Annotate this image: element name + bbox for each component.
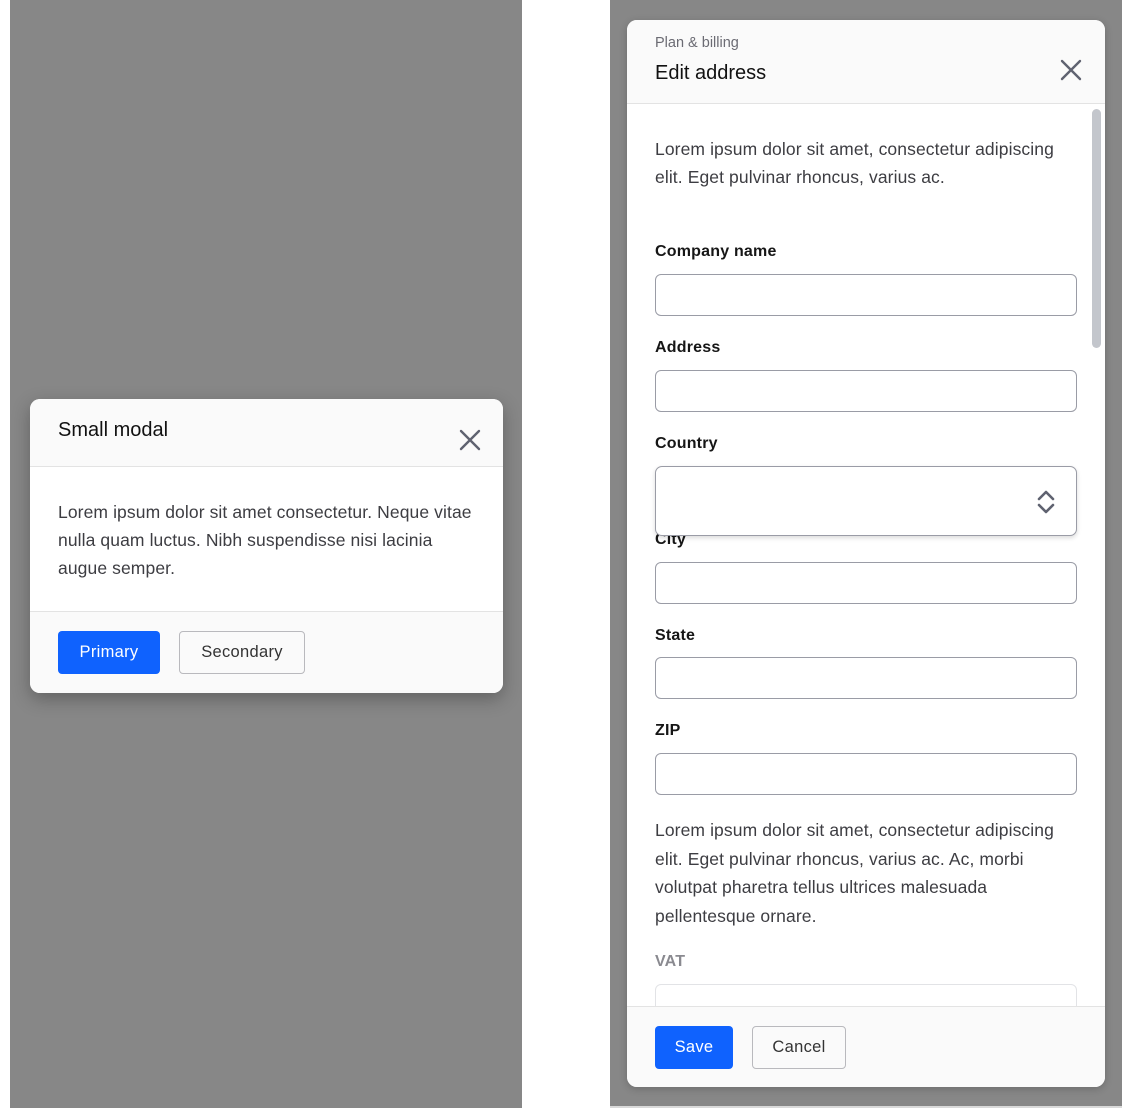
zip-label: ZIP — [655, 722, 681, 739]
edit-address-close-button[interactable] — [1059, 58, 1083, 82]
small-modal: Small modal Lorem ipsum dolor sit amet c… — [30, 399, 503, 693]
save-button[interactable]: Save — [655, 1026, 733, 1069]
edit-address-body: Lorem ipsum dolor sit amet, consectetur … — [627, 104, 1105, 1007]
company-name-label: Company name — [655, 243, 777, 260]
vat-input[interactable] — [655, 984, 1077, 1007]
country-label: Country — [655, 435, 718, 452]
city-input[interactable] — [655, 562, 1077, 604]
edit-address-header: Plan & billing Edit address — [627, 20, 1105, 104]
note-text: Lorem ipsum dolor sit amet, consectetur … — [655, 820, 1054, 926]
small-modal-footer: Primary Secondary — [30, 612, 503, 693]
small-modal-header: Small modal — [30, 399, 503, 467]
address-input[interactable] — [655, 370, 1077, 412]
edit-address-modal: Plan & billing Edit address Lorem ipsum … — [627, 20, 1105, 1087]
intro-text: Lorem ipsum dolor sit amet, consectetur … — [655, 139, 1054, 187]
scrollbar-thumb[interactable] — [1092, 109, 1101, 348]
vat-label: VAT — [655, 953, 686, 970]
small-modal-body: Lorem ipsum dolor sit amet consectetur. … — [30, 467, 503, 612]
small-modal-body-text: Lorem ipsum dolor sit amet consectetur. … — [58, 502, 472, 578]
overlay-backdrop-right: Plan & billing Edit address Lorem ipsum … — [610, 0, 1122, 1108]
modal-title: Edit address — [655, 62, 767, 84]
small-modal-close-button[interactable] — [458, 428, 482, 452]
secondary-button[interactable]: Secondary — [179, 631, 305, 674]
overlay-backdrop-left: Small modal Lorem ipsum dolor sit amet c… — [10, 0, 522, 1108]
close-icon — [459, 429, 481, 451]
zip-input[interactable] — [655, 753, 1077, 795]
address-label: Address — [655, 339, 721, 356]
small-modal-title: Small modal — [58, 419, 169, 441]
state-input[interactable] — [655, 657, 1077, 699]
chevron-up-down-icon — [1037, 490, 1055, 514]
close-icon — [1060, 59, 1082, 81]
country-select[interactable] — [655, 466, 1077, 536]
modal-eyebrow: Plan & billing — [655, 35, 739, 51]
company-name-input[interactable] — [655, 274, 1077, 316]
cancel-button[interactable]: Cancel — [752, 1026, 846, 1069]
primary-button[interactable]: Primary — [58, 631, 160, 674]
edit-address-footer: Save Cancel — [627, 1006, 1105, 1087]
state-label: State — [655, 627, 696, 644]
